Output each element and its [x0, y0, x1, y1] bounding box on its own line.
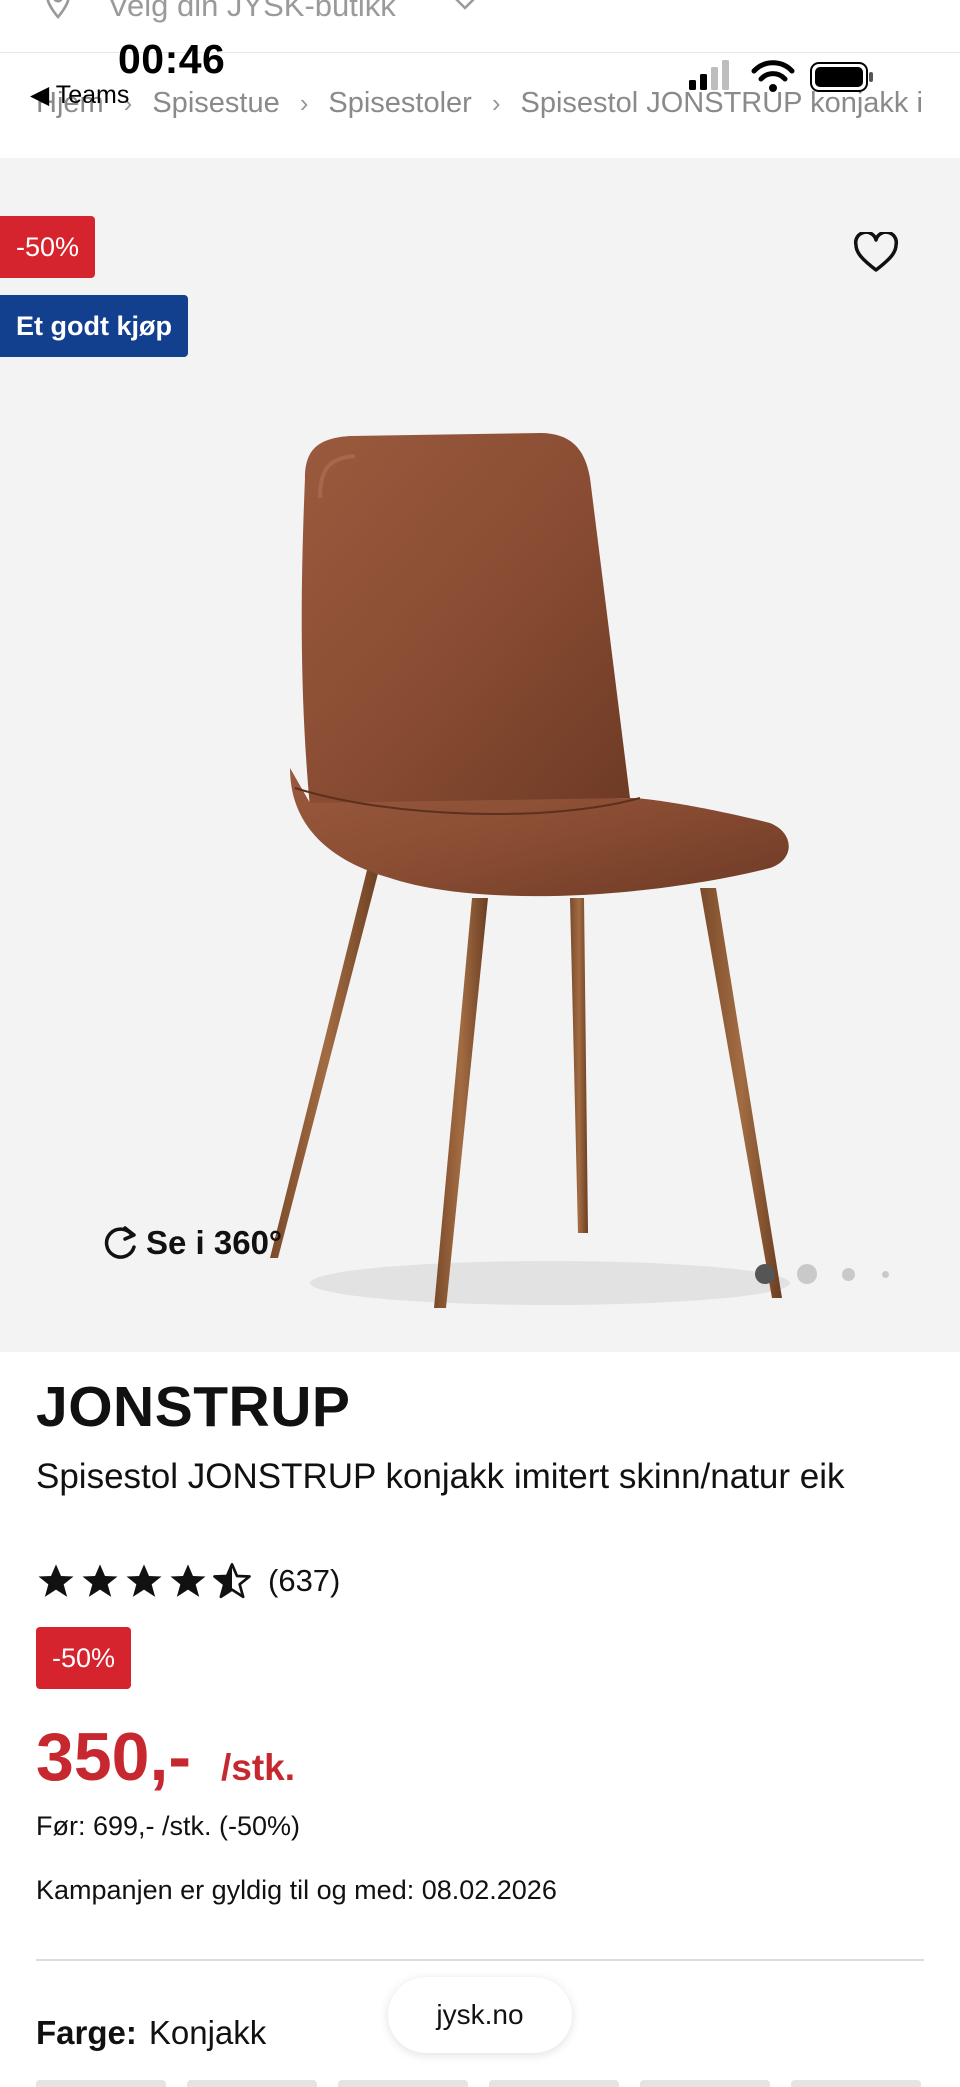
price-unit: /stk. [221, 1747, 296, 1788]
chevron-down-icon [455, 0, 475, 10]
battery-icon [810, 62, 873, 92]
wifi-icon [751, 60, 795, 92]
view-360-button[interactable]: Se i 360° [100, 1220, 282, 1266]
star-icon [170, 1564, 206, 1597]
heart-icon[interactable] [853, 232, 899, 274]
campaign-validity: Kampanjen er gyldig til og med: 08.02.20… [36, 1875, 557, 1905]
half-star-icon [213, 1563, 251, 1599]
color-swatch[interactable] [36, 2080, 166, 2087]
color-selector: Farge: Konjakk [36, 2014, 266, 2052]
price-row: 350,- /stk. [36, 1718, 295, 1798]
browser-url-pill[interactable]: jysk.no [388, 1977, 572, 2053]
image-pagination[interactable] [755, 1262, 895, 1286]
color-swatch[interactable] [489, 2080, 619, 2087]
breadcrumb-dining-room[interactable]: Spisestue [152, 87, 279, 120]
star-icon [38, 1564, 74, 1597]
view-360-label: Se i 360° [146, 1224, 283, 1261]
signal-icon [689, 60, 729, 90]
back-to-teams-link[interactable]: ◀ Teams [30, 80, 129, 110]
status-icons [689, 60, 873, 92]
product-brand: JONSTRUP [36, 1375, 351, 1439]
pagination-dot[interactable] [842, 1268, 855, 1281]
divider [36, 1959, 924, 1961]
store-selector-label: Velg din JYSK-butikk [108, 0, 396, 23]
color-label: Farge: [36, 2014, 137, 2051]
color-swatch[interactable] [791, 2080, 921, 2087]
product-title: Spisestol JONSTRUP konjakk imitert skinn… [36, 1457, 845, 1496]
breadcrumb-separator-icon: › [299, 87, 309, 118]
good-buy-badge: Et godt kjøp [0, 295, 188, 357]
product-image-gallery[interactable]: -50% Et godt kjøp Se i 360° [0, 158, 960, 1352]
color-swatch[interactable] [338, 2080, 468, 2087]
discount-badge: -50% [36, 1627, 132, 1689]
chair-image [270, 433, 790, 1308]
status-time: 00:46 [118, 36, 226, 82]
price: 350,- [36, 1719, 191, 1795]
discount-badge: -50% [0, 216, 96, 278]
pagination-dot[interactable] [797, 1264, 817, 1284]
location-pin-icon [46, 0, 70, 20]
breadcrumb-dining-chairs[interactable]: Spisestoler [328, 87, 471, 120]
color-swatch[interactable] [640, 2080, 770, 2087]
pagination-dot[interactable] [882, 1271, 889, 1278]
rating-count[interactable]: (637) [268, 1563, 340, 1599]
star-icon [126, 1564, 162, 1597]
star-icon [82, 1564, 118, 1597]
previous-price: Før: 699,- /stk. (-50%) [36, 1811, 301, 1841]
color-value: Konjakk [148, 2014, 267, 2051]
color-swatch[interactable] [187, 2080, 317, 2087]
breadcrumb-separator-icon: › [491, 87, 501, 118]
color-swatches [36, 2080, 936, 2087]
rotate-icon [104, 1226, 136, 1259]
pagination-dot-active[interactable] [755, 1264, 775, 1284]
rating-stars[interactable]: (637) [36, 1558, 340, 1604]
